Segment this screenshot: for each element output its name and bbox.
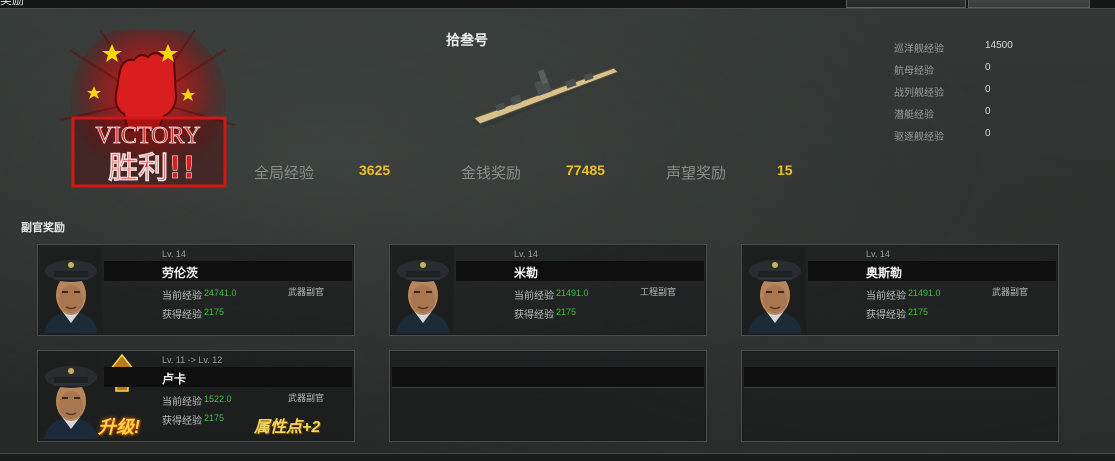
gained-exp-label: 获得经验 (866, 310, 906, 321)
exp-label: 巡洋舰经验 (894, 44, 944, 55)
exp-label: 战列舰经验 (894, 88, 944, 99)
tab-battle-record[interactable]: 战绩 (846, 0, 966, 8)
officer-name: 奥斯勒 (866, 266, 903, 280)
officer-role: 武器副官 (288, 287, 325, 297)
officer-name: 米勒 (514, 266, 539, 280)
exp-label: 驱逐舰经验 (894, 132, 944, 143)
officer-name: 劳伦茨 (162, 266, 199, 280)
officer-portrait (40, 353, 102, 439)
officer-portrait (744, 247, 806, 333)
current-exp-label: 当前经验 (162, 291, 202, 302)
officer-card[interactable]: Lv. 14 劳伦茨 当前经验 24741.0 武器副官 获得经验 2175 (37, 244, 355, 336)
officer-role: 工程副官 (640, 287, 677, 297)
exp-value: 0 (985, 84, 991, 95)
officer-card[interactable]: Lv. 14 米勒 当前经验 21491.0 工程副官 获得经验 2175 (389, 244, 707, 336)
exp-value: 14500 (985, 40, 1013, 51)
officer-role: 武器副官 (288, 393, 325, 403)
empty-officer-slot (741, 350, 1059, 442)
officer-rewards-title: 副官奖励 (21, 222, 65, 234)
money-reward-value: 77485 (566, 162, 605, 178)
officer-card[interactable]: Lv. 11 -> Lv. 12 卢卡 当前经验 1522.0 武器副官 获得经… (37, 350, 355, 442)
victory-emblem: VICTORY 胜利!! (60, 30, 235, 188)
current-exp-label: 当前经验 (866, 291, 906, 302)
name-bar (392, 367, 704, 387)
gained-exp-value: 2175 (204, 307, 225, 317)
officer-portrait (40, 247, 102, 333)
gained-exp-label: 获得经验 (162, 416, 202, 427)
gained-exp-value: 2175 (556, 307, 577, 317)
exp-value: 0 (985, 62, 991, 73)
fame-reward-label: 声望奖励 (666, 165, 727, 182)
exp-label: 航母经验 (894, 66, 934, 77)
gained-exp-label: 获得经验 (162, 310, 202, 321)
current-exp-value: 1522.0 (204, 394, 232, 404)
money-reward-label: 金钱奖励 (461, 165, 522, 182)
divider (392, 387, 704, 388)
current-exp-value: 24741.0 (204, 288, 237, 298)
current-exp-label: 当前经验 (162, 397, 202, 408)
gained-exp-value: 2175 (908, 307, 929, 317)
name-bar (808, 261, 1056, 281)
officer-portrait (392, 247, 454, 333)
exp-label: 潜艇经验 (894, 110, 934, 121)
name-bar (456, 261, 704, 281)
tab-rewards[interactable]: 奖励 (968, 0, 1090, 8)
current-exp-label: 当前经验 (514, 291, 554, 302)
gained-exp-label: 获得经验 (514, 310, 554, 321)
ship-name: 拾叁号 (446, 32, 488, 48)
exp-value: 0 (985, 128, 991, 139)
officer-card[interactable]: Lv. 14 奥斯勒 当前经验 21491.0 武器副官 获得经验 2175 (741, 244, 1059, 336)
current-exp-value: 21491.0 (908, 288, 941, 298)
attribute-points-bonus: 属性点+2 (254, 419, 321, 436)
officer-level: Lv. 11 -> Lv. 12 (162, 355, 223, 365)
empty-officer-slot (389, 350, 707, 442)
global-exp-label: 全局经验 (254, 165, 315, 182)
officer-role: 武器副官 (992, 287, 1029, 297)
officer-name: 卢卡 (162, 372, 187, 386)
victory-text-en: VICTORY (96, 123, 201, 149)
battleship-image (472, 67, 622, 128)
name-bar (104, 367, 352, 387)
victory-text-cn: 胜利!! (108, 151, 195, 186)
name-bar (744, 367, 1056, 387)
current-exp-value: 21491.0 (556, 288, 589, 298)
divider (744, 387, 1056, 388)
officer-level: Lv. 14 (866, 249, 890, 259)
officer-level: Lv. 14 (514, 249, 538, 259)
gained-exp-value: 2175 (204, 413, 225, 423)
window-title: 奖励 (0, 0, 25, 7)
exp-value: 0 (985, 106, 991, 117)
fame-reward-value: 15 (777, 162, 793, 178)
top-bar: 奖励 战绩 奖励 (0, 0, 1115, 9)
name-bar (104, 261, 352, 281)
global-exp-value: 3625 (359, 162, 391, 178)
level-up-badge: 升级! (98, 417, 140, 437)
officer-level: Lv. 14 (162, 249, 186, 259)
